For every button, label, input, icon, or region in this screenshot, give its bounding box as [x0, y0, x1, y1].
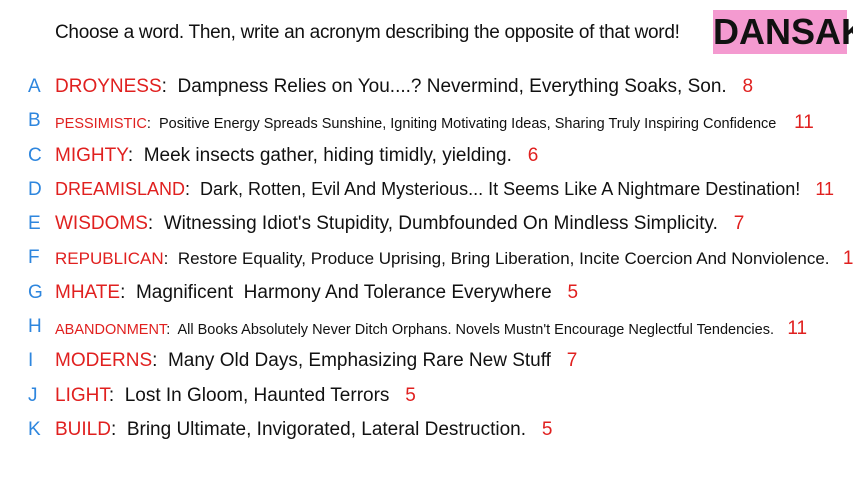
row-count: 11	[794, 112, 814, 133]
row-count: 7	[733, 213, 745, 234]
row-content: DREAMISLAND: Dark, Rotten, Evil And Myst…	[55, 179, 835, 199]
row-acronym: Meek insects gather, hiding timidly, yie…	[143, 145, 512, 166]
row-acronym: All Books Absolutely Never Ditch Orphans…	[177, 322, 774, 338]
row-content: BUILD: Bring Ultimate, Invigorated, Late…	[55, 419, 553, 440]
row-word: PESSIMISTIC	[55, 116, 147, 132]
row-acronym: Restore Equality, Produce Uprising, Brin…	[177, 249, 830, 268]
row-count: 11	[787, 318, 808, 339]
row-count: 5	[567, 282, 579, 303]
row-letter: E	[28, 213, 41, 234]
row-letter: I	[28, 350, 34, 371]
row-word: DREAMISLAND	[55, 179, 186, 199]
row-letter: C	[28, 145, 42, 166]
row-count: 11	[815, 179, 835, 199]
row-content: MHATE: Magnificent Harmony And Tolerance…	[55, 282, 579, 303]
row-content: DROYNESS: Dampness Relies on You....? Ne…	[55, 76, 754, 97]
row-content: REPUBLICAN: Restore Equality, Produce Up…	[55, 248, 853, 270]
row-word: LIGHT	[55, 385, 109, 406]
row-acronym: Bring Ultimate, Invigorated, Lateral Des…	[126, 419, 526, 440]
row-acronym: Many Old Days, Emphasizing Rare New Stuf…	[167, 350, 551, 371]
row-content: MODERNS: Many Old Days, Emphasizing Rare…	[55, 350, 578, 371]
row-acronym: Magnificent Harmony And Tolerance Everyw…	[135, 282, 552, 303]
row-count: 7	[566, 350, 578, 371]
row-acronym: Positive Energy Spreads Sunshine, Igniti…	[158, 116, 777, 132]
row-word: DROYNESS	[55, 76, 162, 97]
row-letter: D	[28, 179, 42, 200]
row-letter: G	[28, 282, 43, 303]
row-content: WISDOMS: Witnessing Idiot's Stupidity, D…	[55, 213, 745, 234]
row-acronym: Lost In Gloom, Haunted Terrors	[124, 385, 390, 406]
row-word: REPUBLICAN	[55, 249, 164, 268]
row-content: PESSIMISTIC: Positive Energy Spreads Sun…	[55, 112, 814, 133]
row-acronym: Witnessing Idiot's Stupidity, Dumbfounde…	[163, 213, 718, 234]
row-word: MHATE	[55, 282, 121, 303]
row-acronym: Dampness Relies on You....? Nevermind, E…	[177, 76, 727, 97]
row-word: MODERNS	[55, 350, 153, 371]
row-letter: F	[28, 247, 40, 268]
row-word: MIGHTY	[55, 145, 128, 166]
row-content: MIGHTY: Meek insects gather, hiding timi…	[55, 145, 539, 166]
row-content: LIGHT: Lost In Gloom, Haunted Terrors 5	[55, 385, 416, 406]
row-content: ABANDONMENT: All Books Absolutely Never …	[55, 318, 808, 339]
row-letter: K	[28, 419, 41, 440]
row-count: 5	[405, 385, 416, 406]
row-word: ABANDONMENT	[55, 322, 167, 338]
row-count: 6	[527, 145, 539, 166]
row-count: 10	[842, 248, 853, 269]
row-letter: B	[28, 110, 41, 131]
prompt-text: Choose a word. Then, write an acronym de…	[55, 22, 680, 43]
row-word: BUILD	[55, 419, 111, 440]
row-letter: H	[28, 316, 42, 337]
row-count: 8	[742, 76, 754, 97]
row-count: 5	[541, 419, 553, 440]
dansak-badge: DANSAK	[713, 10, 853, 54]
row-letter: J	[28, 385, 38, 406]
row-acronym: Dark, Rotten, Evil And Mysterious... It …	[200, 179, 801, 199]
row-letter: A	[28, 76, 41, 97]
row-word: WISDOMS	[55, 213, 148, 234]
